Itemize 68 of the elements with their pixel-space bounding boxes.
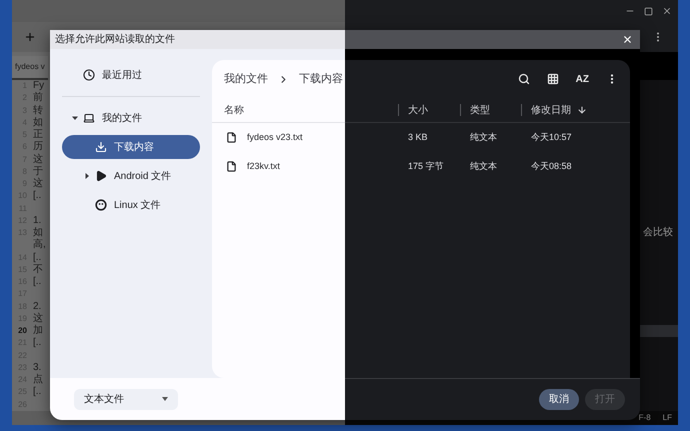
- caret-icon[interactable]: [72, 115, 78, 121]
- filter-dropdown[interactable]: 文本文件: [74, 388, 178, 410]
- editor-text: 前: [33, 92, 43, 104]
- file-icon: [226, 161, 237, 172]
- editor-text: [..: [33, 252, 42, 262]
- editor-text: [..: [33, 190, 42, 202]
- column-header[interactable]: 类型: [470, 102, 490, 118]
- editor-text: 加: [33, 325, 43, 336]
- column-header[interactable]: 修改日期: [531, 102, 587, 118]
- laptop-icon: [83, 112, 95, 124]
- editor-text: 2.: [33, 300, 42, 312]
- editor-text: 正: [33, 129, 43, 140]
- new-tab-icon[interactable]: [24, 31, 36, 43]
- file-date: 今天10:57: [531, 132, 572, 142]
- file-date: 今天08:58: [531, 160, 572, 171]
- breadcrumb-item[interactable]: 我的文件: [224, 70, 268, 88]
- cancel-button[interactable]: 取消: [539, 389, 579, 410]
- file-size: 3 KB: [408, 132, 428, 142]
- editor-text: [..: [33, 337, 42, 348]
- editor-tab[interactable]: fydeos v: [12, 56, 48, 80]
- editor-text: [..: [33, 276, 42, 287]
- search-icon[interactable]: [518, 73, 530, 85]
- editor-text: 如: [33, 227, 43, 238]
- sidebar-item[interactable]: Linux 文件: [62, 193, 200, 217]
- editor-text: 高,: [33, 239, 46, 250]
- caret-icon[interactable]: [84, 173, 90, 179]
- close-icon[interactable]: [622, 34, 633, 45]
- dialog-title: 选择允许此网站读取的文件: [55, 32, 175, 47]
- editor-text: 这: [33, 312, 43, 324]
- caret-icon: [162, 397, 168, 401]
- column-header[interactable]: 名称: [224, 102, 244, 118]
- editor-text: 于: [33, 166, 43, 177]
- play-icon: [95, 170, 107, 182]
- file-type: 纯文本: [470, 160, 497, 171]
- sort-arrow-icon: [577, 105, 587, 115]
- editor-text: Fy: [33, 80, 44, 91]
- close-icon[interactable]: [662, 6, 672, 16]
- sidebar-item[interactable]: 下载内容: [62, 135, 200, 159]
- sidebar-item[interactable]: 我的文件: [62, 106, 200, 130]
- sidebar-item[interactable]: Android 文件: [62, 164, 200, 188]
- grid-icon[interactable]: [546, 73, 559, 85]
- sidebar-item[interactable]: 最近用过: [62, 63, 200, 87]
- editor-text: 不: [33, 264, 43, 275]
- breadcrumb-item[interactable]: 下载内容: [299, 70, 343, 88]
- editor-text: 如: [33, 116, 43, 128]
- round-face-icon: [95, 199, 107, 211]
- file-name[interactable]: f23kv.txt: [247, 160, 280, 174]
- status-text: F-8: [638, 412, 651, 424]
- file-icon: [226, 132, 237, 143]
- line-number: 20: [17, 325, 28, 337]
- editor-text: 点: [33, 374, 43, 385]
- file-name[interactable]: fydeos v23.txt: [247, 130, 303, 144]
- download-icon: [95, 141, 107, 153]
- editor-text: 这: [33, 154, 43, 164]
- file-size: 175 字节: [408, 160, 444, 171]
- editor-text: 转: [33, 104, 43, 116]
- file-type: 纯文本: [470, 132, 497, 142]
- editor-text: 这: [33, 178, 43, 189]
- clock-icon: [83, 69, 95, 81]
- column-header[interactable]: 大小: [408, 102, 428, 118]
- status-text: LF: [662, 412, 672, 424]
- editor-text: 会比较: [643, 227, 673, 240]
- sort-button[interactable]: AZ: [576, 72, 589, 86]
- editor-text: 3.: [33, 362, 42, 373]
- editor-text: [..: [33, 386, 42, 398]
- editor-text: 1.: [33, 214, 42, 226]
- maximize-icon[interactable]: [644, 6, 653, 16]
- editor-text: 历: [33, 141, 43, 152]
